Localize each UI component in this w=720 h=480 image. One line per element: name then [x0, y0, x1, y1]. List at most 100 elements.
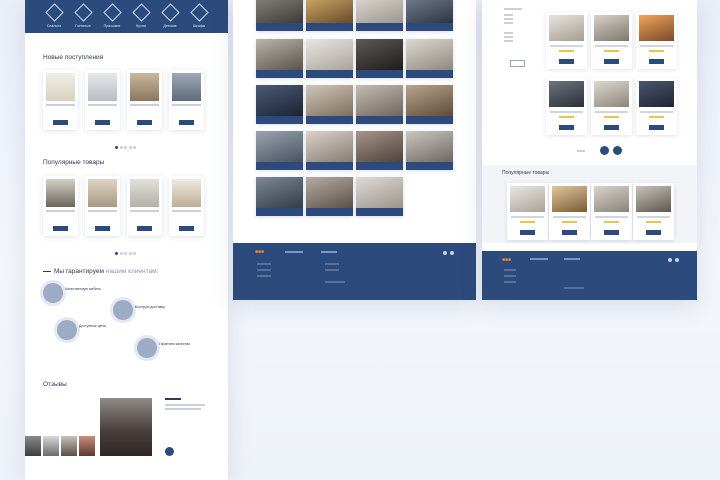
buy-button[interactable]: [95, 120, 110, 125]
catalog-tile-caption: [256, 70, 303, 78]
footer-link[interactable]: [325, 263, 339, 265]
buy-button[interactable]: [649, 59, 664, 64]
filter-item[interactable]: [504, 32, 513, 34]
buy-button[interactable]: [179, 226, 194, 231]
footer-link[interactable]: [504, 281, 516, 283]
guarantee-prefix: Мы гарантируем: [54, 268, 104, 275]
footer-link[interactable]: [325, 269, 339, 271]
footer-link[interactable]: [257, 269, 271, 271]
catalog-tile[interactable]: [256, 85, 303, 124]
catalog-tile[interactable]: [306, 177, 353, 216]
next-review-button[interactable]: [165, 447, 174, 456]
product-card[interactable]: [507, 183, 548, 240]
buy-button[interactable]: [95, 226, 110, 231]
product-card[interactable]: [636, 78, 677, 135]
catalog-tile[interactable]: [356, 85, 403, 124]
category-item-hallways[interactable]: Прихожие: [99, 3, 125, 28]
next-page-button[interactable]: [613, 146, 622, 155]
prev-page-button[interactable]: [600, 146, 609, 155]
category-item-living[interactable]: Гостиные: [70, 3, 96, 28]
catalog-tile-caption: [356, 70, 403, 78]
furniture-icon: [73, 3, 93, 22]
catalog-tile[interactable]: [306, 85, 353, 124]
buy-button[interactable]: [137, 226, 152, 231]
catalog-tile-caption: [356, 162, 403, 170]
product-card[interactable]: [546, 78, 587, 135]
buy-button[interactable]: [562, 230, 577, 235]
buy-button[interactable]: [604, 59, 619, 64]
footer-link[interactable]: [257, 275, 271, 277]
product-card[interactable]: [546, 12, 587, 69]
product-card[interactable]: [127, 176, 162, 236]
product-card[interactable]: [591, 183, 632, 240]
buy-button[interactable]: [649, 125, 664, 130]
reviewer-avatar[interactable]: [25, 436, 41, 456]
product-card[interactable]: [591, 78, 632, 135]
product-card[interactable]: [591, 12, 632, 69]
reviewer-avatar[interactable]: [43, 436, 59, 456]
product-card[interactable]: [127, 70, 162, 130]
catalog-tile[interactable]: [406, 0, 453, 31]
social-icon[interactable]: [675, 258, 679, 262]
filter-item[interactable]: [504, 40, 513, 42]
filter-item[interactable]: [504, 18, 513, 20]
category-item-kitchens[interactable]: Кухни: [128, 3, 154, 28]
footer-link[interactable]: [504, 269, 516, 271]
product-card[interactable]: [43, 176, 78, 236]
category-item-kids[interactable]: Детские: [157, 3, 183, 28]
catalog-tile[interactable]: [256, 131, 303, 170]
reviewer-avatar[interactable]: [61, 436, 77, 456]
social-icon[interactable]: [668, 258, 672, 262]
product-card[interactable]: [169, 70, 204, 130]
catalog-tile[interactable]: [406, 131, 453, 170]
buy-button[interactable]: [604, 230, 619, 235]
catalog-tile[interactable]: [406, 39, 453, 78]
footer-link[interactable]: [257, 263, 271, 265]
product-card[interactable]: [549, 183, 590, 240]
product-card[interactable]: [636, 12, 677, 69]
catalog-tile[interactable]: [306, 39, 353, 78]
site-footer: ■■■: [233, 243, 476, 300]
feature-circle: [43, 283, 63, 303]
buy-button[interactable]: [559, 59, 574, 64]
buy-button[interactable]: [137, 120, 152, 125]
catalog-tile[interactable]: [306, 131, 353, 170]
product-card[interactable]: [85, 176, 120, 236]
filter-item[interactable]: [504, 14, 513, 16]
buy-button[interactable]: [520, 230, 535, 235]
catalog-tile[interactable]: [356, 177, 403, 216]
category-item-wardrobes[interactable]: Шкафы: [186, 3, 212, 28]
product-card[interactable]: [633, 183, 674, 240]
buy-button[interactable]: [646, 230, 661, 235]
filter-item[interactable]: [504, 8, 522, 10]
buy-button[interactable]: [604, 125, 619, 130]
catalog-tile[interactable]: [406, 85, 453, 124]
catalog-tile[interactable]: [256, 0, 303, 31]
social-icon[interactable]: [450, 251, 454, 255]
carousel-dots[interactable]: [115, 136, 138, 154]
category-item-bedrooms[interactable]: Спальни: [41, 3, 67, 28]
footer-logo: ■■■: [502, 257, 512, 263]
buy-button[interactable]: [53, 120, 68, 125]
product-card[interactable]: [43, 70, 78, 130]
carousel-dots[interactable]: [115, 242, 138, 260]
product-card[interactable]: [85, 70, 120, 130]
social-icon[interactable]: [443, 251, 447, 255]
catalog-tile[interactable]: [356, 39, 403, 78]
product-card[interactable]: [169, 176, 204, 236]
filter-item[interactable]: [504, 22, 513, 24]
reviewer-avatar[interactable]: [79, 436, 95, 456]
buy-button[interactable]: [179, 120, 194, 125]
catalog-tile[interactable]: [356, 131, 403, 170]
catalog-tile[interactable]: [256, 39, 303, 78]
product-title: [550, 45, 583, 47]
buy-button[interactable]: [559, 125, 574, 130]
buy-button[interactable]: [53, 226, 68, 231]
catalog-tile[interactable]: [306, 0, 353, 31]
homepage-mockup: Спальни Гостиные Прихожие Кухни Детские …: [25, 0, 228, 480]
apply-filter-button[interactable]: [510, 60, 525, 67]
footer-link[interactable]: [504, 275, 516, 277]
catalog-tile[interactable]: [356, 0, 403, 31]
catalog-tile[interactable]: [256, 177, 303, 216]
filter-item[interactable]: [504, 36, 513, 38]
